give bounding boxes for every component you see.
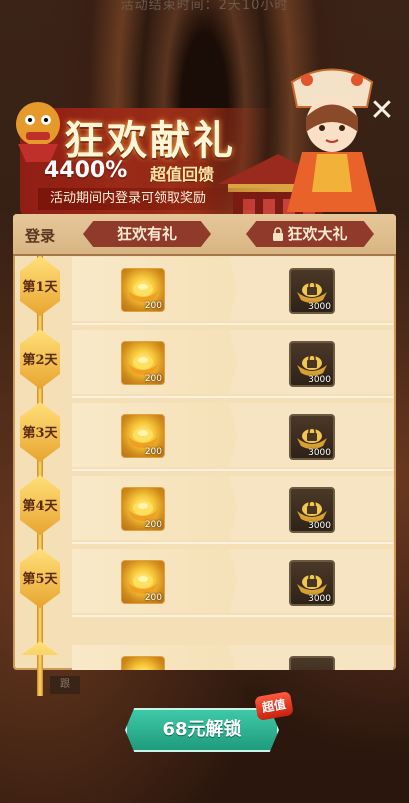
free-reward-quantity: 200: [144, 374, 162, 384]
day-label: 第5天: [22, 572, 58, 587]
premium-reward-quantity: 3000: [308, 302, 331, 312]
day-label: 第2天: [22, 353, 58, 368]
event-timer: 活动结束时间：2天10小时: [120, 0, 289, 13]
row-divider: [72, 323, 393, 325]
reward-row: 200 3000: [72, 476, 393, 540]
locked-ingot-icon: [309, 669, 315, 670]
reward-row: 200 3000: [72, 257, 393, 321]
locked-ingot-icon: [297, 500, 327, 522]
locked-ingot-icon: [297, 354, 327, 376]
free-reward-quantity: 200: [144, 301, 162, 311]
reward-row: 200 3000: [72, 549, 393, 613]
day-marker: 第5天: [20, 548, 60, 608]
gold-ingot-reward[interactable]: 200: [121, 414, 165, 458]
lion-dance-girl-illustration: [287, 68, 377, 212]
locked-premium-reward[interactable]: 3000: [289, 560, 335, 606]
gold-ingot-reward[interactable]: 200: [121, 268, 165, 312]
reward-row: [72, 645, 393, 670]
locked-premium-reward[interactable]: [289, 656, 335, 670]
lock-icon: [273, 227, 284, 241]
table-header: 登录 狂欢有礼 狂欢大礼: [13, 214, 396, 256]
follow-tag: 跟: [50, 676, 80, 694]
day-marker: 第2天: [20, 329, 60, 389]
day-marker: 第4天: [20, 475, 60, 535]
day-label: 第1天: [22, 280, 58, 295]
day-marker: 第6天: [20, 641, 60, 655]
locked-premium-reward[interactable]: 3000: [289, 341, 335, 387]
close-icon[interactable]: ✕: [369, 96, 395, 126]
gold-ingot-reward[interactable]: 200: [121, 341, 165, 385]
premium-reward-quantity: 3000: [308, 521, 331, 531]
locked-premium-reward[interactable]: 3000: [289, 487, 335, 533]
premium-reward-quantity: 3000: [308, 594, 331, 604]
row-divider: [72, 542, 393, 544]
gold-ingot-reward[interactable]: 200: [121, 560, 165, 604]
return-label: 超值回馈: [150, 165, 215, 184]
reward-row: 200 3000: [72, 403, 393, 467]
tab-free-label: 狂欢有礼: [116, 225, 177, 243]
locked-premium-reward[interactable]: 3000: [289, 268, 335, 314]
row-divider: [72, 396, 393, 398]
free-reward-quantity: 200: [144, 593, 162, 603]
free-reward-quantity: 200: [144, 520, 162, 530]
free-reward-quantity: 200: [144, 447, 162, 457]
event-subtitle: 活动期间内登录可领取奖励: [38, 188, 280, 210]
locked-ingot-icon: [297, 427, 327, 449]
locked-premium-reward[interactable]: 3000: [289, 414, 335, 460]
gold-ingot-icon: [128, 574, 158, 594]
gold-ingot-icon: [128, 428, 158, 448]
gold-ingot-reward[interactable]: [121, 656, 165, 670]
gold-ingot-icon: [128, 355, 158, 375]
lion-head-icon: [16, 102, 60, 162]
login-column-header: 登录: [25, 227, 56, 245]
tab-free-rewards[interactable]: 狂欢有礼: [83, 221, 211, 247]
day-label: 第4天: [22, 499, 58, 514]
row-divider: [72, 469, 393, 471]
locked-ingot-icon: [297, 573, 327, 595]
unlock-button[interactable]: 68元解锁: [125, 708, 279, 752]
premium-reward-quantity: 3000: [308, 375, 331, 385]
tab-premium-label: 狂欢大礼: [287, 225, 348, 243]
day-label: 第3天: [22, 426, 58, 441]
return-percentage: 4400%: [44, 158, 128, 183]
locked-ingot-icon: [297, 281, 327, 303]
gold-ingot-icon: [128, 282, 158, 302]
tab-premium-rewards[interactable]: 狂欢大礼: [246, 221, 374, 247]
gold-ingot-reward[interactable]: 200: [121, 487, 165, 531]
gold-ingot-icon: [126, 665, 160, 670]
premium-reward-quantity: 3000: [308, 448, 331, 458]
reward-row: 200 3000: [72, 330, 393, 394]
gold-ingot-icon: [128, 501, 158, 521]
row-divider: [72, 615, 393, 617]
day-marker: 第1天: [20, 256, 60, 316]
event-banner: 狂欢献礼 4400% 超值回馈 活动期间内登录可领取奖励: [10, 68, 405, 232]
day-marker: 第3天: [20, 402, 60, 462]
day-track: 第1天第2天第3天第4天第5天第6天: [20, 256, 60, 706]
day-diamond: [20, 641, 60, 655]
